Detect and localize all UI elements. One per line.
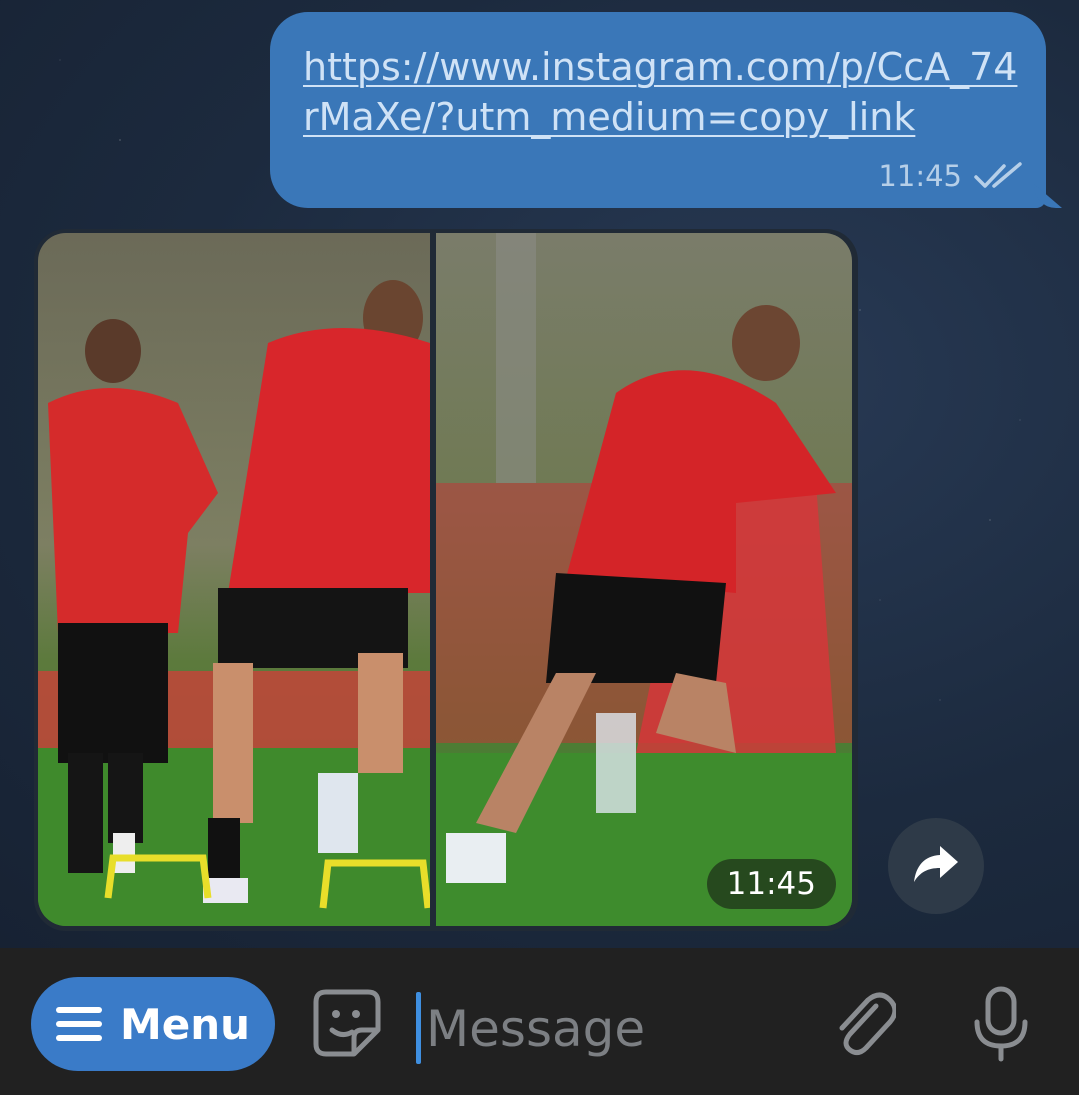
share-arrow-icon [912,844,960,888]
double-check-icon [974,162,1024,190]
media-album[interactable]: 11:45 [34,229,858,931]
paperclip-icon[interactable] [832,988,898,1064]
message-input[interactable] [424,992,808,1066]
message-input-bar: Menu [0,948,1079,1095]
album-time-badge: 11:45 [706,859,836,909]
message-link[interactable]: https://www.instagram.com/p/CcA_74rMaXe/… [303,42,1023,142]
outgoing-message-bubble[interactable]: https://www.instagram.com/p/CcA_74rMaXe/… [270,12,1046,208]
text-cursor [416,992,421,1064]
chat-background: https://www.instagram.com/p/CcA_74rMaXe/… [0,0,1079,948]
microphone-icon[interactable] [972,986,1030,1066]
message-time: 11:45 [878,159,962,193]
hamburger-icon [55,1007,102,1041]
training-photo-1[interactable] [38,233,430,926]
sticker-icon[interactable] [312,988,382,1062]
training-photo-2[interactable] [436,233,852,926]
menu-label: Menu [119,999,251,1049]
share-button[interactable] [888,818,984,914]
message-meta: 11:45 [878,158,1024,194]
menu-button[interactable]: Menu [31,977,275,1071]
